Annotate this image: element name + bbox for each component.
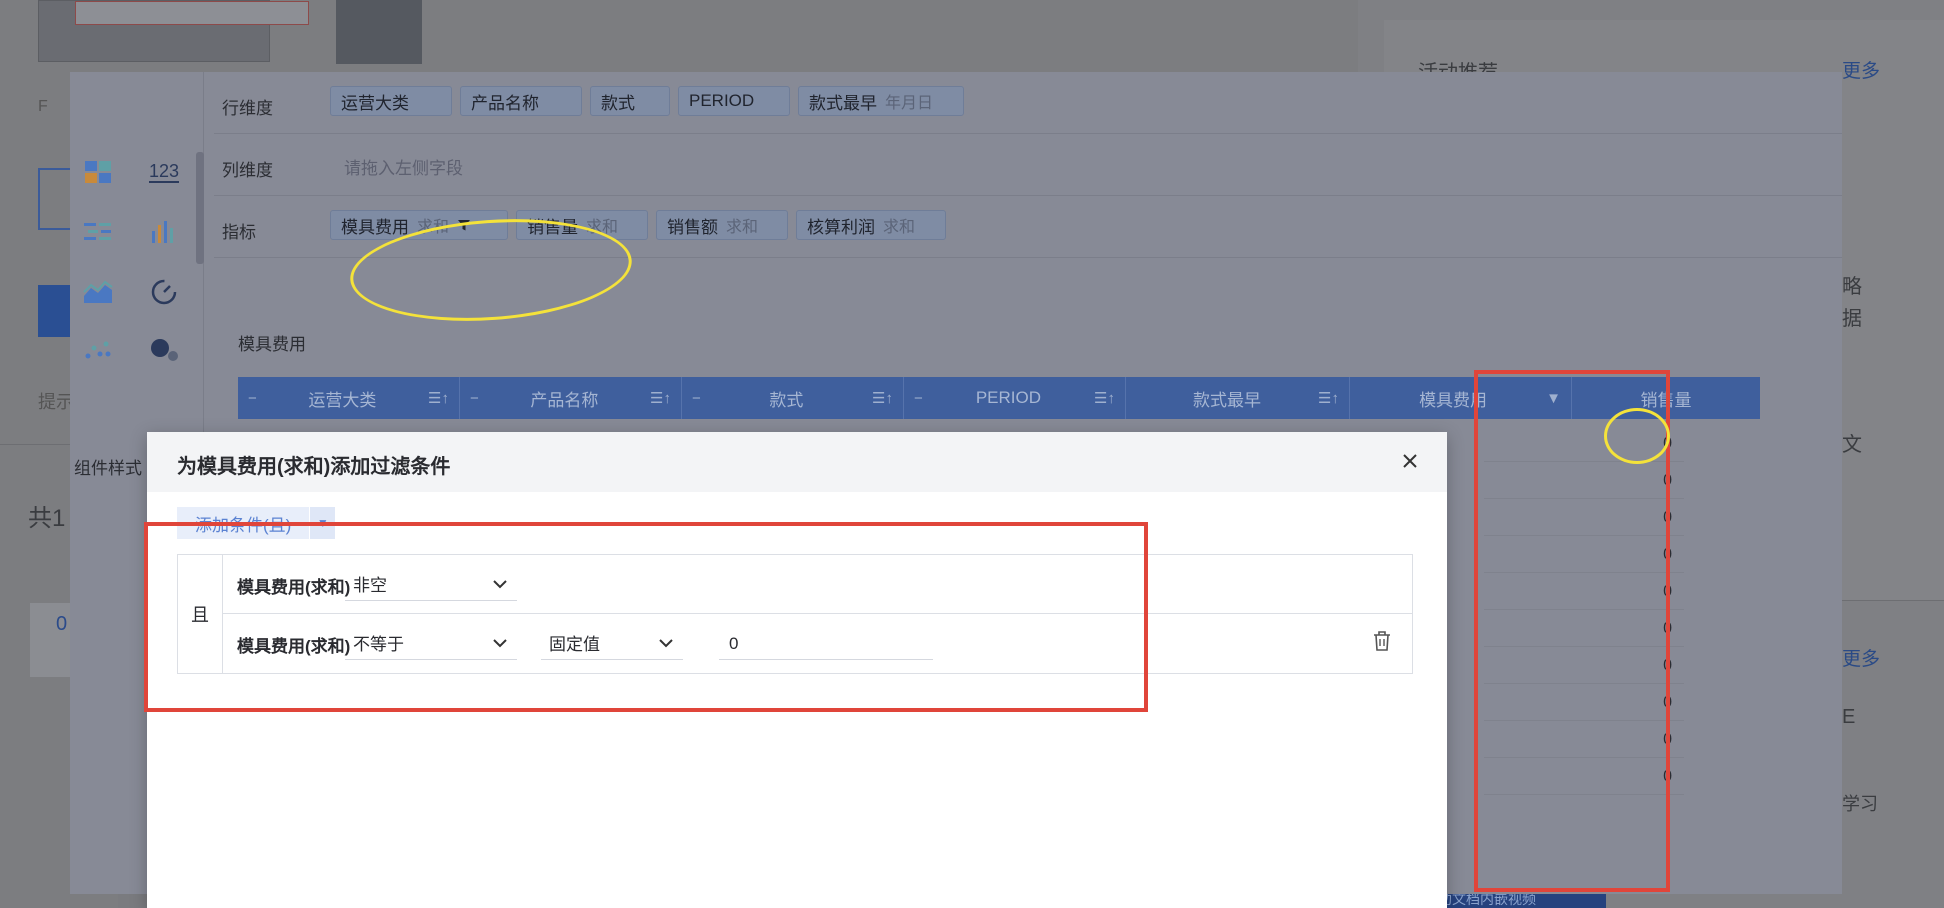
more-link-bottom[interactable]: 更多 [1842,644,1880,671]
table-tree-icon[interactable] [82,218,114,246]
trash-icon[interactable] [1372,630,1396,656]
component-style-tab[interactable]: 组件样式 [74,454,142,479]
background-thumbnail [38,0,309,62]
row-chip[interactable]: 款式 [590,86,670,116]
row-chip[interactable]: 运营大类 [330,86,452,116]
red-annotation-box [144,522,1148,712]
row-chip[interactable]: PERIOD [678,86,790,116]
hint-label: 提示 [38,392,74,412]
yellow-annotation-circle [1604,408,1670,464]
more-link-top[interactable]: 更多 [1842,56,1880,83]
sort-icon: ☰↑ [1094,390,1115,407]
row-dimension-chips: 运营大类 产品名称 款式 PERIOD 款式最早 年月日 [330,86,964,116]
preview-title: 模具费用 [238,335,306,354]
number-123-icon[interactable]: 123 [148,158,180,186]
bubble-icon[interactable] [148,336,180,364]
row-dimension-zone[interactable]: 行维度 运营大类 产品名称 款式 PERIOD 款式最早 年月日 [214,72,1842,134]
row-dimension-label: 行维度 [222,99,273,118]
column-dimension-label: 列维度 [222,161,273,180]
side-fragment-4: E [1842,706,1856,728]
column-dimension-zone[interactable]: 列维度 请拖入左侧字段 [214,134,1842,196]
column-header[interactable]: − 款式 ☰↑ [682,377,904,419]
row-chip[interactable]: 款式最早 年月日 [798,86,964,116]
background-thumbnail-2 [336,0,422,64]
toolbar-scrollbar[interactable] [196,152,204,264]
metrics-label: 指标 [222,223,256,242]
like-count: 0 [56,613,68,635]
column-header[interactable]: − 产品名称 ☰↑ [460,377,682,419]
area-chart-icon[interactable] [82,278,114,306]
sort-icon: ☰↑ [872,390,893,407]
column-header[interactable]: 款式最早 ☰↑ [1126,377,1350,419]
dialog-header: 为模具费用(求和)添加过滤条件 [147,432,1447,492]
metric-chip[interactable]: 核算利润 求和 [796,210,946,240]
sort-icon: ☰↑ [650,390,671,407]
side-fragment-2: 据 [1842,308,1862,330]
close-icon[interactable] [1395,446,1425,476]
side-fragment-5: 学习 [1842,794,1878,814]
column-dimension-placeholder: 请拖入左侧字段 [344,159,463,178]
sort-icon: ☰↑ [1318,390,1339,407]
row-chip[interactable]: 产品名称 [460,86,582,116]
metric-chip[interactable]: 销售额 求和 [656,210,788,240]
side-fragment-3: 文 [1842,434,1862,456]
count-label: 共1 [28,505,66,532]
dialog-title: 为模具费用(求和)添加过滤条件 [177,456,451,478]
bar-chart-icon[interactable] [148,218,180,246]
column-header[interactable]: − PERIOD ☰↑ [904,377,1126,419]
like-card: 0 [30,603,74,677]
column-header[interactable]: − 运营大类 ☰↑ [238,377,460,419]
side-fragment-1: 略 [1842,276,1862,298]
sort-icon: ☰↑ [428,390,449,407]
scatter-icon[interactable] [82,336,114,364]
gauge-icon[interactable] [148,278,180,306]
dashboard-icon[interactable] [82,158,114,186]
tag-label: F [38,98,48,115]
